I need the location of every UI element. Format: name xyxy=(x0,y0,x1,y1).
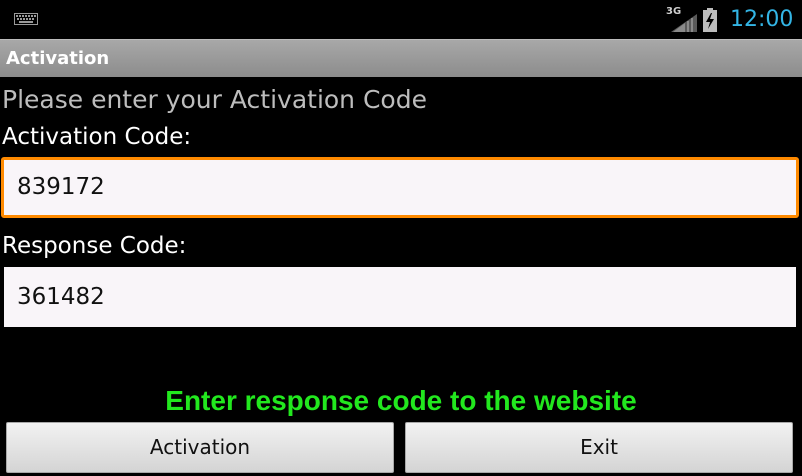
status-clock: 12:00 xyxy=(730,7,794,32)
response-code-field[interactable]: 361482 xyxy=(4,267,796,327)
title-bar: Activation xyxy=(0,39,802,77)
page-title: Activation xyxy=(6,48,110,69)
status-bar: 3G 12:00 xyxy=(0,0,802,39)
response-hint-text: Enter response code to the website xyxy=(165,385,637,416)
keyboard-icon xyxy=(14,13,38,25)
activation-code-label: Activation Code: xyxy=(2,124,192,150)
activation-button[interactable]: Activation xyxy=(6,422,394,473)
response-code-label: Response Code: xyxy=(2,233,187,259)
signal-bars-icon: 3G xyxy=(665,6,697,32)
instruction-text: Please enter your Activation Code xyxy=(2,85,427,114)
activation-code-field[interactable]: 839172 xyxy=(1,157,799,218)
exit-button[interactable]: Exit xyxy=(405,422,793,473)
battery-charging-icon xyxy=(703,8,717,32)
